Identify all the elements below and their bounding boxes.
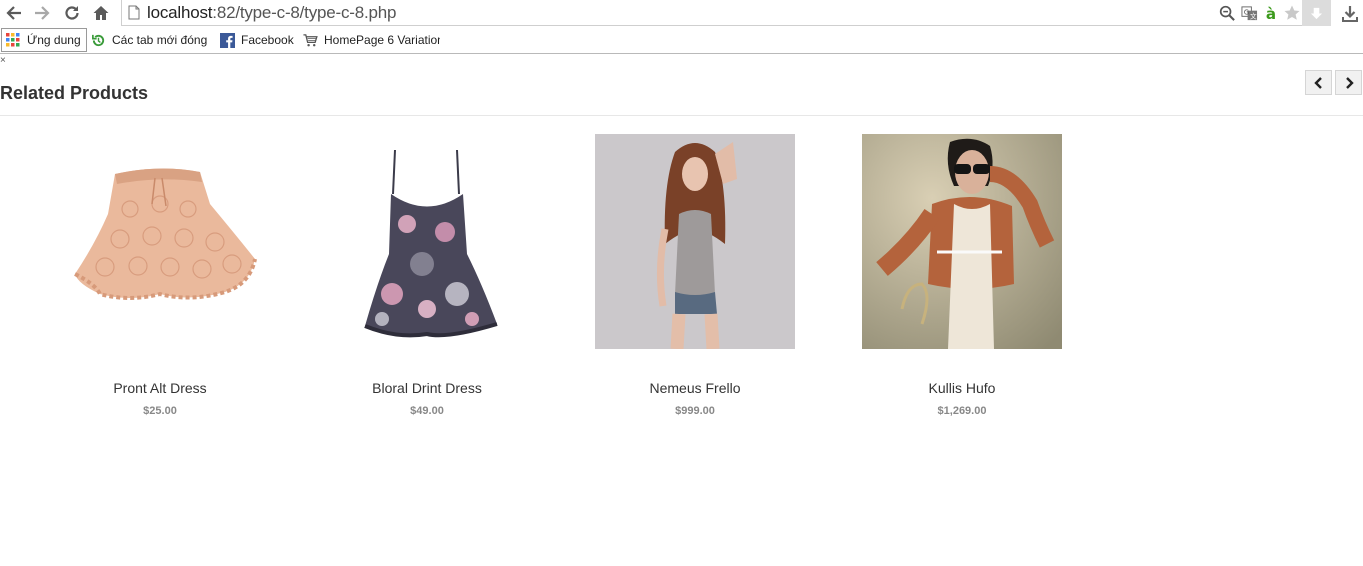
bookmark-homepage-label: HomePage 6 Variation <box>324 33 440 47</box>
product-card[interactable]: Bloral Drint Dress $49.00 <box>327 134 527 417</box>
url-text[interactable]: localhost:82/type-c-8/type-c-8.php <box>147 3 396 23</box>
product-card[interactable]: Kullis Hufo $1,269.00 <box>862 134 1062 417</box>
chevron-left-icon <box>1313 76 1322 89</box>
recent-tabs-icon <box>90 32 106 48</box>
bookmark-homepage[interactable]: HomePage 6 Variation <box>302 30 440 50</box>
download-icon[interactable] <box>1339 3 1361 25</box>
bookmark-apps-label: Ứng dung <box>27 33 81 47</box>
page-icon <box>128 5 140 20</box>
back-icon[interactable] <box>4 3 24 23</box>
divider <box>0 115 1363 116</box>
bookmark-facebook-label: Facebook <box>241 33 294 47</box>
carousel-prev-button[interactable] <box>1305 70 1332 95</box>
model-grey-top-image <box>595 134 795 349</box>
floral-dress-image <box>327 134 527 349</box>
svg-text:文: 文 <box>1249 11 1256 20</box>
product-price: $25.00 <box>143 405 177 417</box>
zoom-icon[interactable] <box>1217 3 1237 23</box>
address-bar[interactable]: localhost:82/type-c-8/type-c-8.php <box>121 0 1331 26</box>
bookmark-recent-tabs-label: Các tab mới đóng <box>112 33 208 47</box>
product-price: $49.00 <box>410 405 444 417</box>
product-name[interactable]: Pront Alt Dress <box>20 380 300 396</box>
product-card[interactable]: Nemeus Frello $999.00 <box>595 134 795 417</box>
star-icon[interactable] <box>1282 3 1302 23</box>
product-image[interactable] <box>595 134 795 349</box>
close-mark[interactable]: × <box>0 55 6 67</box>
chevron-right-icon <box>1345 76 1354 89</box>
section-title: Related Products <box>0 83 149 103</box>
browser-toolbar: localhost:82/type-c-8/type-c-8.php G文 à <box>0 0 1363 26</box>
product-name[interactable]: Nemeus Frello <box>555 380 835 396</box>
product-name[interactable]: Bloral Drint Dress <box>287 380 567 396</box>
product-name[interactable]: Kullis Hufo <box>822 380 1102 396</box>
page-content: × Related Products Pront Alt Dress $25.0… <box>0 55 1363 566</box>
product-price: $1,269.00 <box>937 405 987 417</box>
url-path: :82/type-c-8/type-c-8.php <box>212 3 397 22</box>
forward-icon[interactable] <box>32 3 52 23</box>
bookmark-facebook[interactable]: Facebook <box>219 30 294 50</box>
product-image[interactable] <box>60 134 260 349</box>
svg-text:à: à <box>1265 5 1275 22</box>
bookmarks-bar: Ứng dung Các tab mới đóng Facebook HomeP… <box>0 26 1363 54</box>
product-card[interactable]: Pront Alt Dress $25.00 <box>60 134 260 417</box>
crochet-skirt-image <box>60 134 260 349</box>
model-sunglasses-image <box>862 134 1062 349</box>
extension-a-icon[interactable]: à <box>1261 3 1281 23</box>
facebook-icon <box>219 32 235 48</box>
product-price: $999.00 <box>675 405 715 417</box>
cart-icon <box>302 32 318 48</box>
url-host: localhost <box>147 3 213 22</box>
home-icon[interactable] <box>91 3 111 23</box>
carousel-next-button[interactable] <box>1335 70 1362 95</box>
reload-icon[interactable] <box>62 3 82 23</box>
product-image[interactable] <box>327 134 527 349</box>
apps-grid-icon <box>5 32 21 48</box>
translate-icon[interactable]: G文 <box>1239 3 1259 23</box>
bookmark-apps[interactable]: Ứng dung <box>1 28 87 52</box>
bookmark-recent-tabs[interactable]: Các tab mới đóng <box>90 30 207 50</box>
extension-download-icon[interactable] <box>1302 0 1331 26</box>
product-image[interactable] <box>862 134 1062 349</box>
svg-text:G: G <box>1243 8 1248 16</box>
